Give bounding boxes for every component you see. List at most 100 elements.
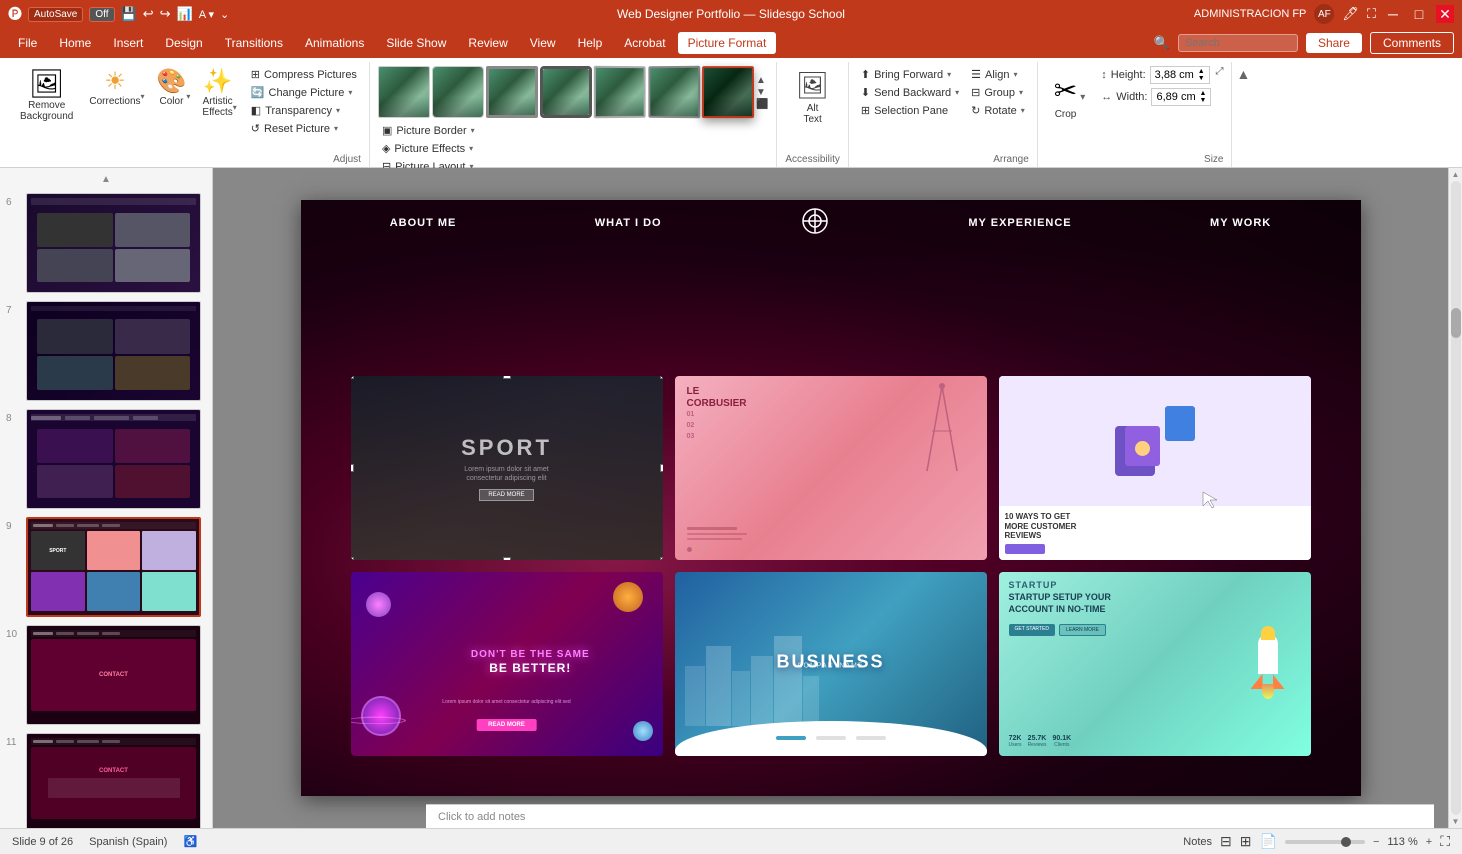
status-left: Slide 9 of 26 Spanish (Spain) ♿ xyxy=(12,835,197,848)
align-icon: ☰ xyxy=(971,68,981,81)
menu-insert[interactable]: Insert xyxy=(103,32,153,54)
change-picture-icon: 🔄 xyxy=(251,86,265,99)
color-button[interactable]: 🎨 Color ▾ xyxy=(151,66,193,111)
zoom-thumb[interactable] xyxy=(1341,837,1351,847)
save-icon[interactable]: 💾 xyxy=(121,6,137,22)
reset-picture-button[interactable]: ↺ Reset Picture ▾ xyxy=(247,120,361,137)
pic-styles-scroll[interactable]: ▲ ▼ ⬛ xyxy=(756,75,768,110)
selection-pane-button[interactable]: ⊞ Selection Pane xyxy=(857,102,963,119)
scroll-up-button[interactable]: ▲ xyxy=(1452,170,1460,179)
menu-review[interactable]: Review xyxy=(458,32,517,54)
view-slide-sorter-icon[interactable]: ⊞ xyxy=(1240,833,1252,850)
pic-style-thumb-7[interactable] xyxy=(702,66,754,118)
picture-effects-button[interactable]: ◈ Picture Effects ▾ xyxy=(378,140,479,157)
restore-button[interactable]: □ xyxy=(1410,5,1428,23)
menu-slideshow[interactable]: Slide Show xyxy=(376,32,456,54)
redo-icon[interactable]: ↪ xyxy=(160,6,171,22)
artistic-effects-label: ArtisticEffects xyxy=(202,96,232,118)
more-icon[interactable]: ⌄ xyxy=(220,8,229,21)
menu-animations[interactable]: Animations xyxy=(295,32,374,54)
pic-style-thumb-2[interactable] xyxy=(432,66,484,118)
slide-item-7[interactable]: 7 xyxy=(4,299,208,403)
slide-item-6[interactable]: 6 xyxy=(4,191,208,295)
menu-home[interactable]: Home xyxy=(49,32,101,54)
compress-pictures-button[interactable]: ⊞ Compress Pictures xyxy=(247,66,361,83)
corrections-button[interactable]: ☀ Corrections ▾ xyxy=(83,66,146,111)
notes-toggle[interactable]: Notes xyxy=(1183,836,1212,848)
customize-icon[interactable]: A ▾ xyxy=(199,8,214,21)
group-label: Group xyxy=(984,87,1015,99)
corrections-label: Corrections xyxy=(89,96,140,107)
group-button[interactable]: ⊟ Group ▾ xyxy=(967,84,1029,101)
height-down[interactable]: ▼ xyxy=(1198,75,1205,82)
pic-style-thumb-1[interactable] xyxy=(378,66,430,118)
zoom-minus[interactable]: − xyxy=(1373,836,1379,848)
picture-border-button[interactable]: ▣ Picture Border ▾ xyxy=(378,122,479,139)
bring-forward-button[interactable]: ⬆ Bring Forward ▾ xyxy=(857,66,963,83)
view-normal-icon[interactable]: ⊟ xyxy=(1220,833,1232,850)
slide-navbar: ABOUT ME WHAT I DO MY EXPERIENCE MY WORK xyxy=(301,200,1361,245)
scroll-thumb[interactable] xyxy=(1451,308,1461,338)
width-up[interactable]: ▲ xyxy=(1200,90,1207,97)
slide-panel-scroll-up[interactable]: ▲ xyxy=(4,172,208,187)
search-input[interactable] xyxy=(1178,34,1298,52)
transparency-button[interactable]: ◧ Transparency ▾ xyxy=(247,102,361,119)
send-backward-button[interactable]: ⬇ Send Backward ▾ xyxy=(857,84,963,101)
menu-picture-format[interactable]: Picture Format xyxy=(678,32,777,54)
more-styles-arrow[interactable]: ⬛ xyxy=(756,99,768,110)
color-label: Color xyxy=(160,96,184,107)
menu-acrobat[interactable]: Acrobat xyxy=(614,32,675,54)
scroll-up-arrow[interactable]: ▲ xyxy=(756,75,768,86)
height-input[interactable]: 3,88 cm ▲ ▼ xyxy=(1150,66,1210,84)
portfolio-card-space: DON'T BE THE SAME BE BETTER! Lorem ipsum… xyxy=(351,572,663,756)
slide-item-9[interactable]: 9 SPORT xyxy=(4,515,208,619)
bring-forward-icon: ⬆ xyxy=(861,68,870,81)
user-avatar[interactable]: AF xyxy=(1314,4,1334,24)
width-down[interactable]: ▼ xyxy=(1200,97,1207,104)
scroll-down-button[interactable]: ▼ xyxy=(1452,817,1460,826)
menu-transitions[interactable]: Transitions xyxy=(215,32,293,54)
minimize-button[interactable]: ─ xyxy=(1384,5,1402,23)
bring-forward-arrow: ▾ xyxy=(947,70,951,79)
slide-item-8[interactable]: 8 xyxy=(4,407,208,511)
zoom-plus[interactable]: + xyxy=(1426,836,1432,848)
menu-view[interactable]: View xyxy=(520,32,566,54)
change-picture-button[interactable]: 🔄 Change Picture ▾ xyxy=(247,84,361,101)
menu-design[interactable]: Design xyxy=(155,32,212,54)
autosave-toggle[interactable]: Off xyxy=(89,7,114,22)
fit-slide-button[interactable]: ⛶ xyxy=(1440,833,1450,850)
presenter-icon[interactable]: 📊 xyxy=(177,6,193,22)
right-scrollbar[interactable]: ▲ ▼ xyxy=(1448,168,1462,828)
pic-style-thumb-6[interactable] xyxy=(648,66,700,119)
slide-item-10[interactable]: 10 CONTACT xyxy=(4,623,208,727)
crop-button[interactable]: ✂ Crop ▾ xyxy=(1046,66,1092,128)
customize2-icon[interactable]: 🖊 xyxy=(1342,6,1359,22)
width-input[interactable]: 6,89 cm ▲ ▼ xyxy=(1151,88,1211,106)
artistic-effects-button[interactable]: ✨ ArtisticEffects ▾ xyxy=(196,66,238,122)
pic-style-thumb-4[interactable] xyxy=(540,66,592,118)
notes-bar[interactable]: Click to add notes xyxy=(426,804,1434,828)
scroll-down-arrow[interactable]: ▼ xyxy=(756,87,768,98)
align-button[interactable]: ☰ Align ▾ xyxy=(967,66,1029,83)
selection-pane-label: Selection Pane xyxy=(874,105,948,117)
menu-file[interactable]: File xyxy=(8,32,47,54)
undo-icon[interactable]: ↩ xyxy=(143,6,154,22)
selection-pane-icon: ⊞ xyxy=(861,104,870,117)
collapse-ribbon-button[interactable]: ▲ xyxy=(1232,62,1254,167)
menu-help[interactable]: Help xyxy=(568,32,613,54)
pic-style-thumb-3[interactable] xyxy=(486,66,538,118)
view-reading-icon[interactable]: 📄 xyxy=(1260,833,1277,850)
alt-text-button[interactable]: 🖼 AltText xyxy=(790,66,835,129)
slide-item-11[interactable]: 11 CONTACT xyxy=(4,731,208,828)
share-button[interactable]: Share xyxy=(1306,33,1362,53)
rotate-button[interactable]: ↻ Rotate ▾ xyxy=(967,102,1029,119)
pic-style-thumb-5[interactable] xyxy=(594,66,646,119)
ribbon-group-adjust: 🖼 RemoveBackground ☀ Corrections ▾ 🎨 Col… xyxy=(6,62,370,167)
zoom-slider[interactable] xyxy=(1285,840,1365,844)
close-button[interactable]: ✕ xyxy=(1436,5,1454,23)
remove-background-button[interactable]: 🖼 RemoveBackground xyxy=(14,66,79,126)
size-expand-button[interactable]: ⤢ xyxy=(1215,66,1223,89)
height-up[interactable]: ▲ xyxy=(1198,68,1205,75)
fullscreen-icon[interactable]: ⛶ xyxy=(1367,6,1376,22)
comments-button[interactable]: Comments xyxy=(1370,32,1454,54)
